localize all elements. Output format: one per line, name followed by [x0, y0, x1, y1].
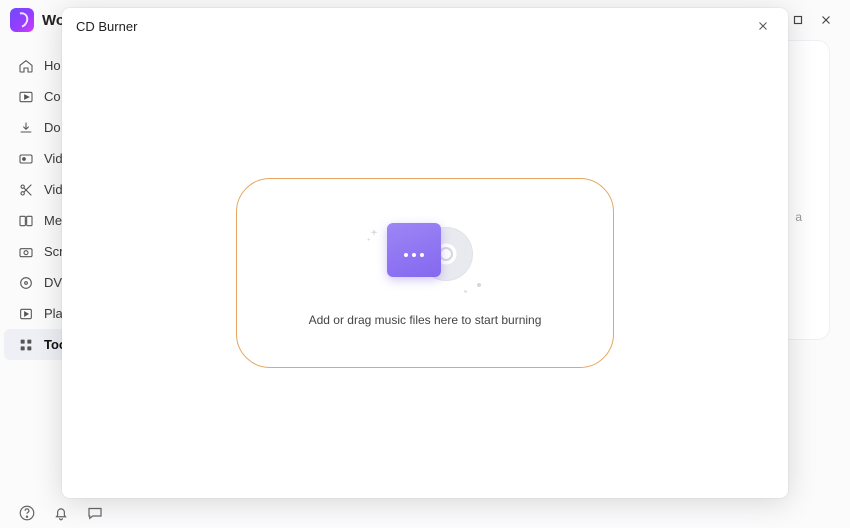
- help-icon[interactable]: [18, 504, 36, 522]
- close-main-button[interactable]: [812, 6, 840, 34]
- sidebar-item-label: Do: [44, 120, 61, 135]
- chat-icon[interactable]: [86, 504, 104, 522]
- sidebar-item-label: Ho: [44, 58, 61, 73]
- video-icon: [18, 151, 34, 167]
- dropzone[interactable]: Add or drag music files here to start bu…: [236, 178, 614, 368]
- bottom-bar: [0, 504, 150, 522]
- sparkle-icon: [365, 227, 383, 250]
- music-file-icon: [387, 223, 441, 277]
- dropzone-text: Add or drag music files here to start bu…: [309, 313, 542, 327]
- sidebar-item-label: Co: [44, 89, 61, 104]
- sidebar-item-label: Vid: [44, 182, 63, 197]
- maximize-button[interactable]: [784, 6, 812, 34]
- background-label: a: [795, 210, 802, 224]
- dot-icon: [464, 290, 467, 293]
- dialog-title: CD Burner: [76, 19, 137, 34]
- merge-icon: [18, 213, 34, 229]
- app-logo-icon: [10, 8, 34, 32]
- camera-icon: [18, 244, 34, 260]
- play-icon: [18, 306, 34, 322]
- sidebar-item-label: Me: [44, 213, 62, 228]
- sidebar-item-label: Vid: [44, 151, 63, 166]
- convert-icon: [18, 89, 34, 105]
- bell-icon[interactable]: [52, 504, 70, 522]
- cd-burner-dialog: CD Burner Add or drag music fil: [62, 8, 788, 498]
- disc-icon: [18, 275, 34, 291]
- dropzone-illustration: [365, 219, 485, 289]
- dialog-body: Add or drag music files here to start bu…: [62, 44, 788, 498]
- dialog-close-button[interactable]: [752, 15, 774, 37]
- dialog-header: CD Burner: [62, 8, 788, 44]
- scissors-icon: [18, 182, 34, 198]
- home-icon: [18, 58, 34, 74]
- download-icon: [18, 120, 34, 136]
- dot-icon: [477, 283, 481, 287]
- grid-icon: [18, 337, 34, 353]
